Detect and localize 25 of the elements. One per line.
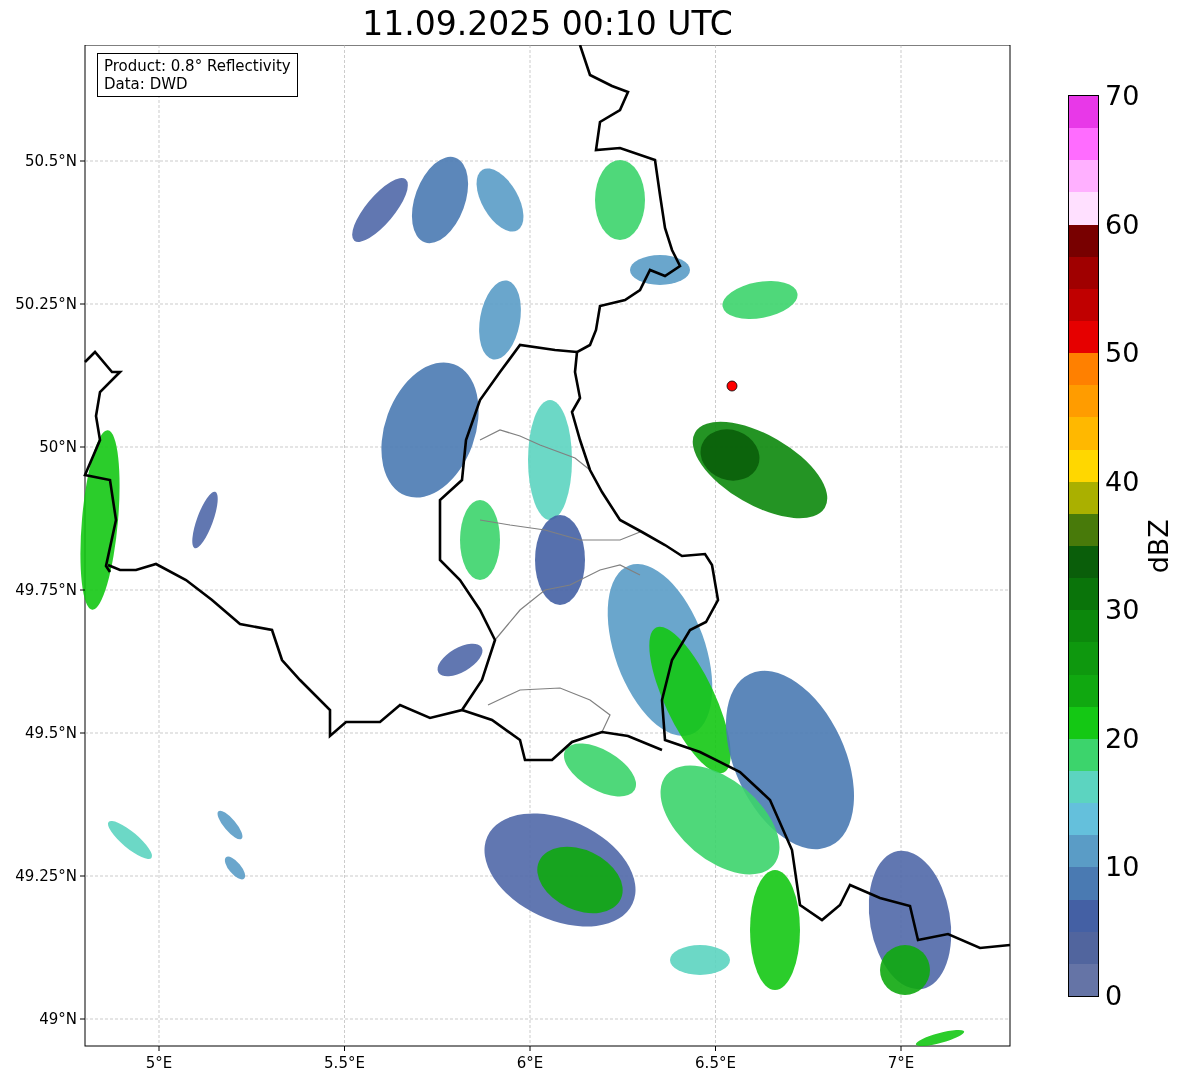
y-tick-label: 50.25°N [15, 295, 77, 313]
x-tick-label: 5.5°E [324, 1054, 365, 1072]
colorbar-tick-label: 50 [1105, 337, 1140, 370]
colorbar-label: dBZ [1142, 518, 1176, 574]
colorbar-tick-label: 10 [1105, 851, 1140, 884]
y-tick-label: 50.5°N [24, 152, 77, 170]
x-tick-label: 5°E [145, 1054, 173, 1072]
colorbar-tick-label: 30 [1105, 594, 1140, 627]
colorbar-tick-label: 60 [1105, 208, 1140, 241]
radar-site-icon [726, 380, 738, 392]
y-tick-label: 49.5°N [24, 724, 77, 742]
colorbar-tick-label: 0 [1105, 979, 1124, 1012]
y-tick-label: 49°N [39, 1010, 77, 1028]
x-tick-label: 6.5°E [695, 1054, 736, 1072]
colorbar-tick-label: 20 [1105, 722, 1140, 755]
y-tick-label: 50°N [39, 438, 77, 456]
chart-title: 11.09.2025 00:10 UTC [361, 3, 733, 45]
y-tick-label: 49.25°N [15, 867, 77, 885]
y-tick-label: 49.75°N [15, 581, 77, 599]
x-tick-label: 6°E [516, 1054, 544, 1072]
info-text: Product: 0.8° Reflectivity [104, 57, 291, 75]
colorbar-tick-label: 40 [1105, 465, 1140, 498]
colorbar-tick-label: 70 [1105, 80, 1140, 112]
x-tick-label: 7°E [887, 1054, 915, 1072]
info-text: Data: DWD [104, 75, 189, 93]
